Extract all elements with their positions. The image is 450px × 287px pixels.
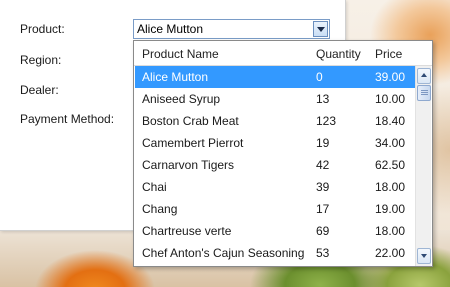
product-dropdown-list: Product Name Quantity Price Alice Mutton… [133, 40, 433, 267]
cell-product-name: Boston Crab Meat [142, 114, 239, 128]
product-combobox-value: Alice Mutton [137, 22, 204, 36]
cell-product-name: Camembert Pierrot [142, 136, 244, 150]
cell-quantity: 13 [316, 92, 330, 106]
list-item[interactable]: Chartreuse verte 69 18.00 [135, 220, 417, 242]
list-item[interactable]: Carnarvon Tigers 42 62.50 [135, 154, 417, 176]
column-header-product-name: Product Name [142, 47, 219, 61]
dealer-label: Dealer: [20, 83, 59, 97]
cell-price: 18.40 [375, 114, 406, 128]
cell-price: 62.50 [375, 158, 406, 172]
column-header-price: Price [375, 47, 403, 61]
cell-quantity: 39 [316, 180, 330, 194]
cell-quantity: 123 [316, 114, 337, 128]
list-item[interactable]: Aniseed Syrup 13 10.00 [135, 88, 417, 110]
dropdown-header: Product Name Quantity Price [134, 41, 432, 66]
cell-quantity: 69 [316, 224, 330, 238]
cell-product-name: Chang [142, 202, 178, 216]
list-item[interactable]: Chang 17 19.00 [135, 198, 417, 220]
product-label: Product: [20, 22, 65, 36]
cell-price: 18.00 [375, 224, 406, 238]
vertical-scrollbar[interactable] [415, 66, 431, 266]
region-label: Region: [20, 53, 62, 67]
product-combobox[interactable]: Alice Mutton [133, 19, 330, 39]
cell-product-name: Chai [142, 180, 167, 194]
arrow-down-icon[interactable] [417, 248, 431, 264]
cell-quantity: 42 [316, 158, 330, 172]
cell-price: 34.00 [375, 136, 406, 150]
scrollbar-thumb[interactable] [417, 85, 431, 101]
dropdown-rows: Alice Mutton 0 39.00 Aniseed Syrup 13 10… [135, 66, 417, 264]
chevron-down-icon[interactable] [313, 21, 328, 37]
list-item[interactable]: Boston Crab Meat 123 18.40 [135, 110, 417, 132]
list-item[interactable]: Chai 39 18.00 [135, 176, 417, 198]
cell-product-name: Chef Anton's Cajun Seasoning [142, 246, 305, 260]
cell-price: 18.00 [375, 180, 406, 194]
cell-price: 19.00 [375, 202, 406, 216]
arrow-up-icon[interactable] [417, 68, 431, 84]
cell-product-name: Carnarvon Tigers [142, 158, 235, 172]
list-item[interactable]: Camembert Pierrot 19 34.00 [135, 132, 417, 154]
cell-quantity: 53 [316, 246, 330, 260]
cell-quantity: 19 [316, 136, 330, 150]
list-item[interactable]: Chef Anton's Cajun Seasoning 53 22.00 [135, 242, 417, 264]
cell-product-name: Aniseed Syrup [142, 92, 221, 106]
cell-quantity: 17 [316, 202, 330, 216]
cell-price: 22.00 [375, 246, 406, 260]
cell-product-name: Alice Mutton [142, 70, 209, 84]
cell-quantity: 0 [316, 70, 323, 84]
cell-price: 39.00 [375, 70, 406, 84]
cell-price: 10.00 [375, 92, 406, 106]
list-item[interactable]: Alice Mutton 0 39.00 [135, 66, 417, 88]
payment-method-label: Payment Method: [20, 112, 115, 126]
cell-product-name: Chartreuse verte [142, 224, 232, 238]
column-header-quantity: Quantity [316, 47, 361, 61]
